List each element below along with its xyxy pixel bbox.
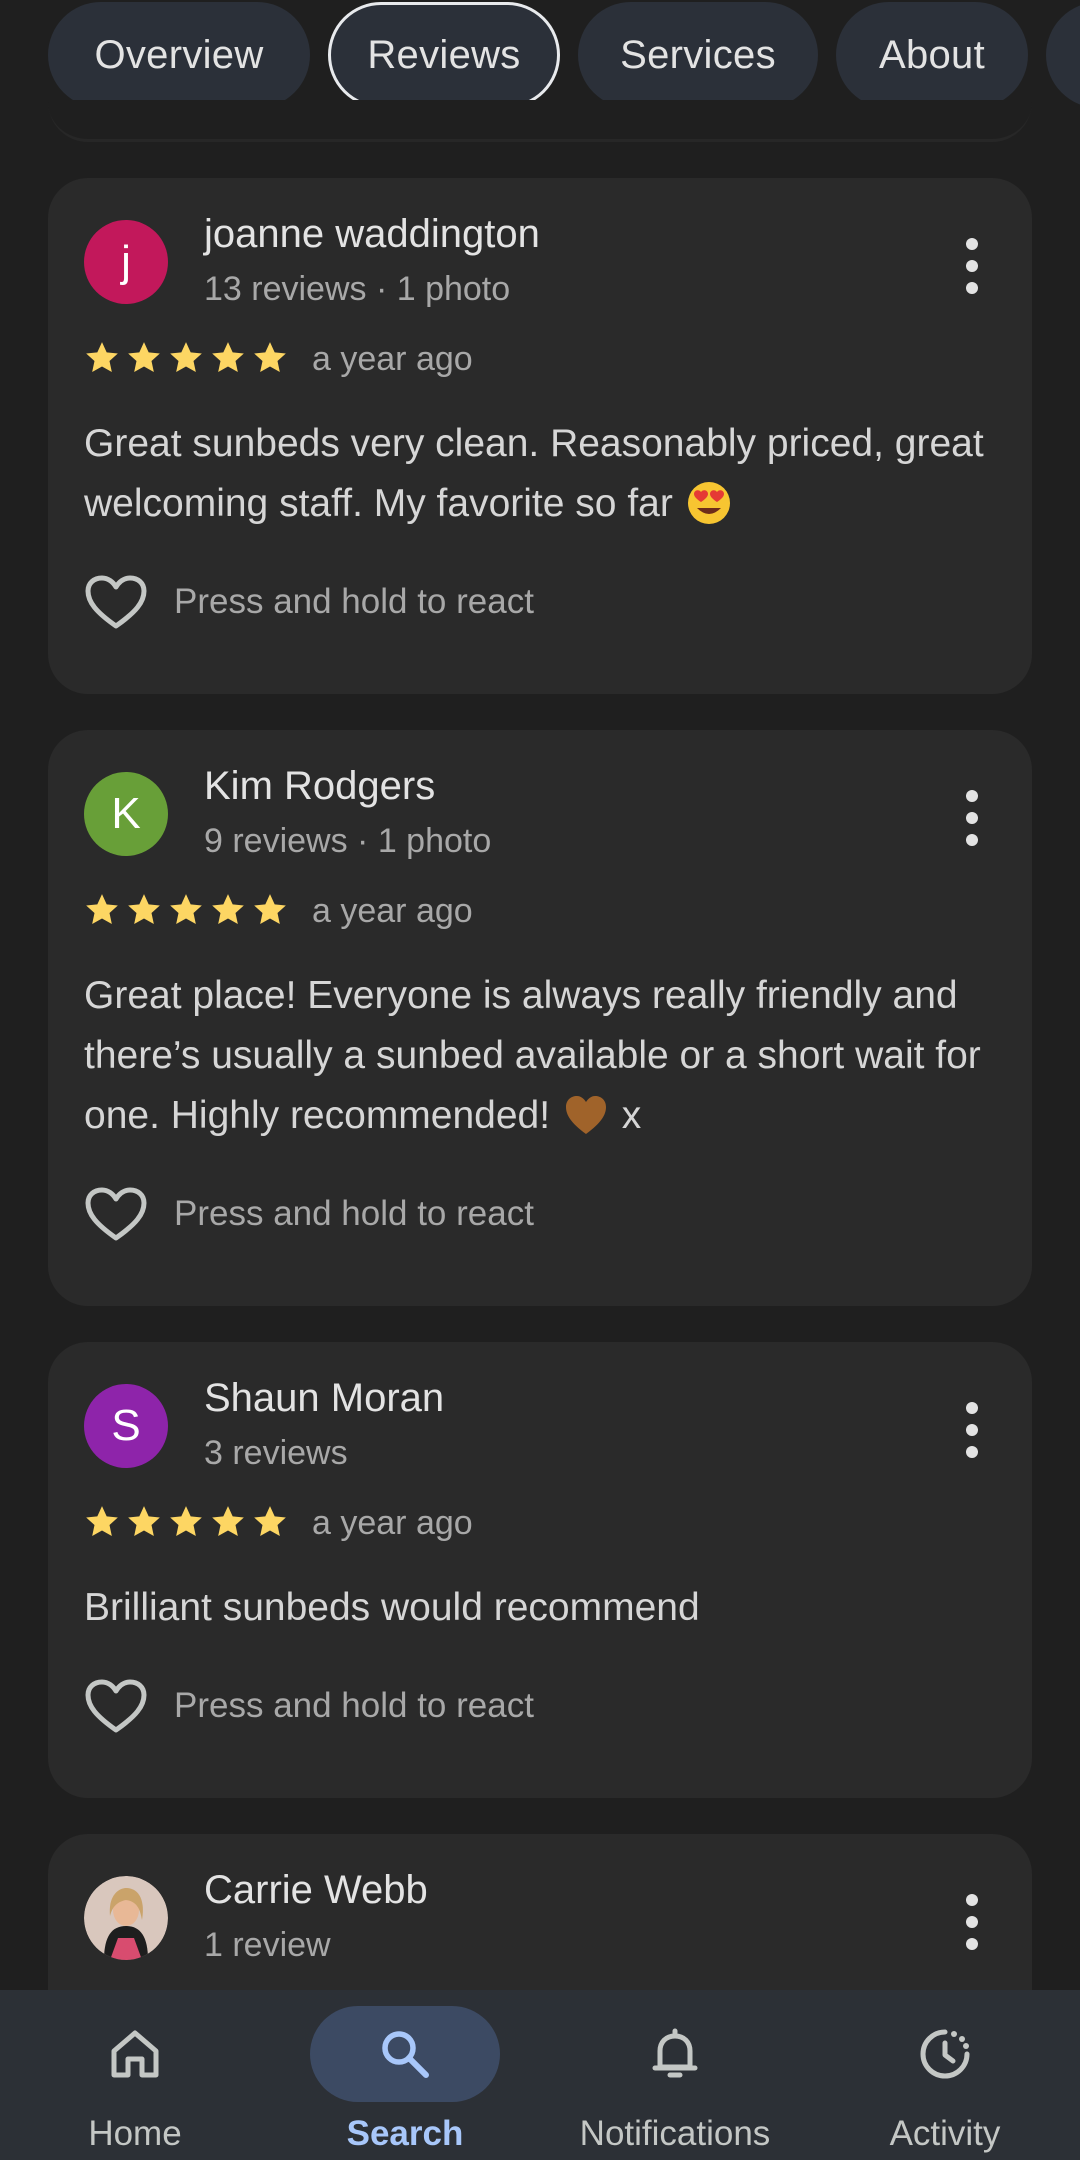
heart-eyes-emoji	[687, 481, 730, 524]
nav-home-pill	[40, 2006, 230, 2102]
reviewer-meta: 1 review	[204, 1926, 331, 1964]
review-card: K Kim Rodgers 9 reviews · 1 photo a year…	[48, 730, 1032, 1306]
star-icon	[124, 890, 164, 930]
star-icon	[82, 1502, 122, 1542]
brown-heart-emoji	[565, 1095, 606, 1134]
star-icon	[208, 1502, 248, 1542]
avatar[interactable]: S	[84, 1384, 168, 1468]
avatar[interactable]: j	[84, 220, 168, 304]
nav-home-label: Home	[88, 2114, 182, 2153]
star-icon	[208, 338, 248, 378]
star-icon	[82, 890, 122, 930]
more-options-icon[interactable]	[960, 788, 984, 848]
reviewer-name[interactable]: Carrie Webb	[204, 1868, 428, 1913]
react-label: Press and hold to react	[174, 582, 534, 621]
nav-search[interactable]: Search	[270, 1990, 540, 2160]
react-button[interactable]: Press and hold to react	[84, 1678, 534, 1734]
review-text-content: Brilliant sunbeds would recommend	[84, 1586, 700, 1629]
react-button[interactable]: Press and hold to react	[84, 1186, 534, 1242]
star-icon	[250, 1502, 290, 1542]
nav-activity-pill	[850, 2006, 1040, 2102]
heart-outline-icon	[84, 1186, 148, 1242]
reviews-screen: Overview Reviews Services About j joanne…	[0, 0, 1080, 2160]
reviewer-meta: 3 reviews	[204, 1434, 348, 1472]
reviewer-name[interactable]: Kim Rodgers	[204, 764, 435, 809]
review-text[interactable]: Brilliant sunbeds would recommend	[84, 1578, 992, 1638]
activity-icon	[920, 2029, 970, 2079]
more-options-icon[interactable]	[960, 236, 984, 296]
nav-notifications-label: Notifications	[579, 2114, 771, 2153]
review-card: j joanne waddington 13 reviews · 1 photo…	[48, 178, 1032, 694]
nav-search-pill	[310, 2006, 500, 2102]
nav-notifications-pill	[580, 2006, 770, 2102]
review-text-content: Great sunbeds very clean. Reasonably pri…	[84, 422, 984, 525]
tab-more-partial[interactable]	[1046, 2, 1080, 108]
bottom-navigation: Home Search Notifications Activity	[0, 1990, 1080, 2160]
star-icon	[166, 1502, 206, 1542]
tab-reviews[interactable]: Reviews	[328, 2, 560, 108]
home-icon	[111, 2030, 159, 2078]
search-icon	[382, 2031, 429, 2078]
react-button[interactable]: Press and hold to react	[84, 574, 534, 630]
tab-overview[interactable]: Overview	[48, 2, 310, 108]
nav-search-label: Search	[346, 2114, 464, 2153]
star-icon	[124, 338, 164, 378]
tab-about[interactable]: About	[836, 2, 1028, 108]
reviewer-meta: 9 reviews · 1 photo	[204, 822, 492, 860]
nav-activity-label: Activity	[889, 2114, 1001, 2153]
avatar[interactable]: K	[84, 772, 168, 856]
star-rating	[82, 338, 290, 378]
reviewer-name[interactable]: joanne waddington	[204, 212, 540, 257]
star-rating	[82, 890, 290, 930]
star-icon	[124, 1502, 164, 1542]
review-card: S Shaun Moran 3 reviews a year ago Brill…	[48, 1342, 1032, 1798]
star-icon	[166, 890, 206, 930]
star-icon	[208, 890, 248, 930]
review-text[interactable]: Great sunbeds very clean. Reasonably pri…	[84, 414, 992, 534]
more-options-icon[interactable]	[960, 1400, 984, 1460]
tab-services[interactable]: Services	[578, 2, 818, 108]
heart-outline-icon	[84, 574, 148, 630]
reviewer-meta: 13 reviews · 1 photo	[204, 270, 511, 308]
more-options-icon[interactable]	[960, 1892, 984, 1952]
review-time: a year ago	[312, 340, 473, 378]
nav-notifications[interactable]: Notifications	[540, 1990, 810, 2160]
review-time: a year ago	[312, 1504, 473, 1542]
star-rating	[82, 1502, 290, 1542]
react-label: Press and hold to react	[174, 1686, 534, 1725]
nav-activity[interactable]: Activity	[810, 1990, 1080, 2160]
avatar-photo[interactable]	[84, 1876, 168, 1960]
star-icon	[166, 338, 206, 378]
nav-home[interactable]: Home	[0, 1990, 270, 2160]
star-icon	[82, 338, 122, 378]
review-time: a year ago	[312, 892, 473, 930]
star-icon	[250, 890, 290, 930]
star-icon	[250, 338, 290, 378]
tab-bar: Overview Reviews Services About	[0, 0, 1080, 112]
previous-card-edge	[48, 100, 1032, 142]
bell-icon	[652, 2028, 698, 2078]
review-text-content: Great place! Everyone is always really f…	[84, 974, 981, 1137]
heart-outline-icon	[84, 1678, 148, 1734]
review-text-suffix: x	[621, 1094, 642, 1137]
review-text[interactable]: Great place! Everyone is always really f…	[84, 966, 992, 1146]
reviewer-name[interactable]: Shaun Moran	[204, 1376, 444, 1421]
react-label: Press and hold to react	[174, 1194, 534, 1233]
